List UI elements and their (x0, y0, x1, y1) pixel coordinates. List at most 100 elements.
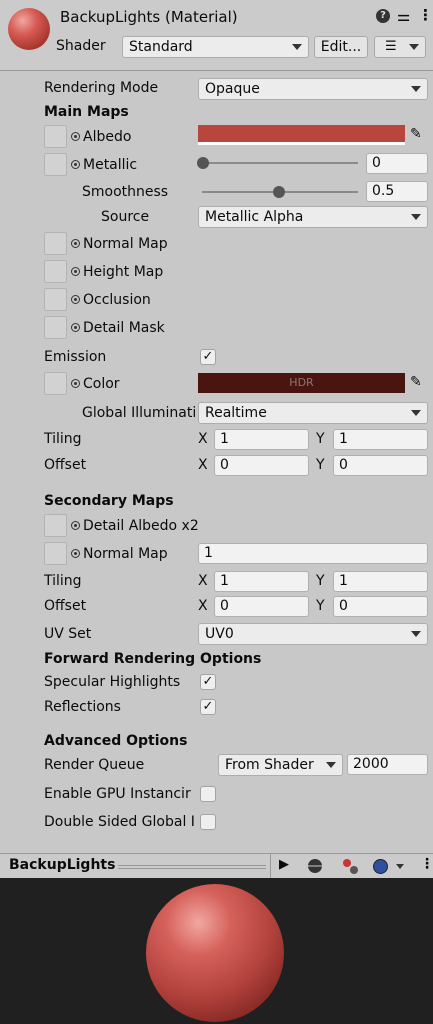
uv-set-dropdown[interactable]: UV0 (198, 623, 428, 645)
emission-hdr-color-swatch[interactable]: HDR (198, 373, 405, 393)
metallic-slider-knob[interactable] (197, 157, 209, 169)
source-value: Metallic Alpha (205, 209, 304, 225)
preview-sphere (146, 884, 284, 1022)
eyedropper-icon[interactable]: ✎ (410, 374, 422, 390)
smoothness-field[interactable]: 0.5 (366, 181, 428, 202)
emission-label: Emission (44, 349, 107, 365)
preview-sphere-icon[interactable] (373, 859, 388, 874)
metallic-field[interactable]: 0 (366, 153, 428, 174)
occlusion-texture-slot[interactable] (44, 288, 67, 311)
metallic-slider-track[interactable] (202, 162, 358, 164)
preset-settings-icon[interactable]: ⚌ (397, 7, 410, 25)
emission-color-label: Color (83, 376, 120, 392)
render-queue-mode-value: From Shader (225, 757, 314, 773)
source-dropdown[interactable]: Metallic Alpha (198, 206, 428, 228)
smoothness-label: Smoothness (82, 184, 169, 200)
albedo-color-swatch[interactable] (198, 125, 405, 145)
secondary-offset-x-label: X (198, 598, 208, 614)
tiling-y-field[interactable]: 1 (333, 429, 428, 450)
metallic-texture-slot[interactable] (44, 153, 67, 176)
height-map-texture-slot[interactable] (44, 260, 67, 283)
emission-picker-icon[interactable] (71, 379, 80, 388)
help-icon[interactable]: ? (376, 9, 390, 23)
albedo-texture-slot[interactable] (44, 125, 67, 148)
divider (270, 854, 271, 878)
source-label: Source (101, 209, 150, 225)
secondary-offset-y-label: Y (316, 598, 325, 614)
preview-lighting-icon[interactable] (308, 859, 322, 873)
offset-x-field[interactable]: 0 (214, 455, 309, 476)
normal-map-label: Normal Map (83, 236, 168, 252)
tiling-label: Tiling (44, 431, 82, 447)
reflections-label: Reflections (44, 699, 121, 715)
detail-mask-label: Detail Mask (83, 320, 165, 336)
secondary-maps-heading: Secondary Maps (44, 493, 174, 509)
preview-mesh-icon[interactable] (343, 859, 359, 875)
shader-label: Shader (56, 38, 106, 54)
drag-handle[interactable] (118, 865, 266, 869)
secondary-offset-x-field[interactable]: 0 (214, 596, 309, 617)
preview-more-icon[interactable]: ⋮ (420, 856, 433, 872)
detail-mask-picker-icon[interactable] (71, 323, 80, 332)
rendering-mode-dropdown[interactable]: Opaque (198, 78, 428, 100)
render-queue-field[interactable]: 2000 (347, 754, 428, 775)
specular-highlights-label: Specular Highlights (44, 674, 181, 690)
emission-texture-slot[interactable] (44, 372, 67, 395)
secondary-offset-label: Offset (44, 598, 87, 614)
secondary-offset-y-field[interactable]: 0 (333, 596, 428, 617)
more-options-icon[interactable]: ⋮ (418, 6, 433, 24)
secondary-normal-scale-field[interactable]: 1 (198, 543, 428, 564)
chevron-down-icon (411, 214, 421, 220)
secondary-normal-map-picker-icon[interactable] (71, 549, 80, 558)
detail-mask-texture-slot[interactable] (44, 316, 67, 339)
metallic-picker-icon[interactable] (71, 160, 80, 169)
render-queue-label: Render Queue (44, 757, 145, 773)
material-preview[interactable] (0, 878, 433, 1024)
edit-shader-button[interactable]: Edit... (314, 36, 368, 58)
material-title: BackupLights (Material) (60, 8, 238, 26)
secondary-tiling-x-field[interactable]: 1 (214, 571, 309, 592)
secondary-normal-map-label: Normal Map (83, 546, 168, 562)
chevron-down-icon (411, 410, 421, 416)
preview-toolbar: BackupLights ▶ ⋮ (0, 853, 433, 879)
shader-value: Standard (129, 39, 193, 55)
specular-highlights-checkbox[interactable]: ✓ (200, 674, 216, 690)
double-sided-gi-checkbox[interactable] (200, 814, 216, 830)
play-icon[interactable]: ▶ (279, 857, 289, 872)
detail-albedo-texture-slot[interactable] (44, 514, 67, 537)
offset-y-field[interactable]: 0 (333, 455, 428, 476)
uv-set-label: UV Set (44, 626, 92, 642)
emission-checkbox[interactable]: ✓ (200, 349, 216, 365)
global-illumination-label: Global Illuminati (82, 405, 197, 421)
tiling-x-field[interactable]: 1 (214, 429, 309, 450)
chevron-down-icon (411, 86, 421, 92)
occlusion-picker-icon[interactable] (71, 295, 80, 304)
height-map-picker-icon[interactable] (71, 267, 80, 276)
gpu-instancing-checkbox[interactable] (200, 786, 216, 802)
metallic-label: Metallic (83, 157, 138, 173)
offset-x-label: X (198, 457, 208, 473)
detail-albedo-label: Detail Albedo x2 (83, 518, 199, 534)
shader-dropdown[interactable]: Standard (122, 36, 309, 58)
secondary-tiling-x-label: X (198, 573, 208, 589)
albedo-picker-icon[interactable] (71, 132, 80, 141)
chevron-down-icon (409, 44, 419, 50)
smoothness-slider-knob[interactable] (273, 186, 285, 198)
secondary-tiling-y-field[interactable]: 1 (333, 571, 428, 592)
inspector-header: BackupLights (Material) ? ⚌ ⋮ Shader Sta… (0, 0, 433, 71)
shader-list-button[interactable]: ☰ (374, 36, 426, 58)
global-illumination-value: Realtime (205, 405, 267, 421)
normal-map-picker-icon[interactable] (71, 239, 80, 248)
preview-title: BackupLights (9, 857, 116, 873)
chevron-down-icon[interactable] (396, 864, 404, 869)
secondary-tiling-label: Tiling (44, 573, 82, 589)
detail-albedo-picker-icon[interactable] (71, 521, 80, 530)
render-queue-dropdown[interactable]: From Shader (218, 754, 343, 776)
secondary-normal-map-texture-slot[interactable] (44, 542, 67, 565)
occlusion-label: Occlusion (83, 292, 151, 308)
albedo-label: Albedo (83, 129, 132, 145)
normal-map-texture-slot[interactable] (44, 232, 67, 255)
reflections-checkbox[interactable]: ✓ (200, 699, 216, 715)
global-illumination-dropdown[interactable]: Realtime (198, 402, 428, 424)
eyedropper-icon[interactable]: ✎ (410, 126, 422, 142)
